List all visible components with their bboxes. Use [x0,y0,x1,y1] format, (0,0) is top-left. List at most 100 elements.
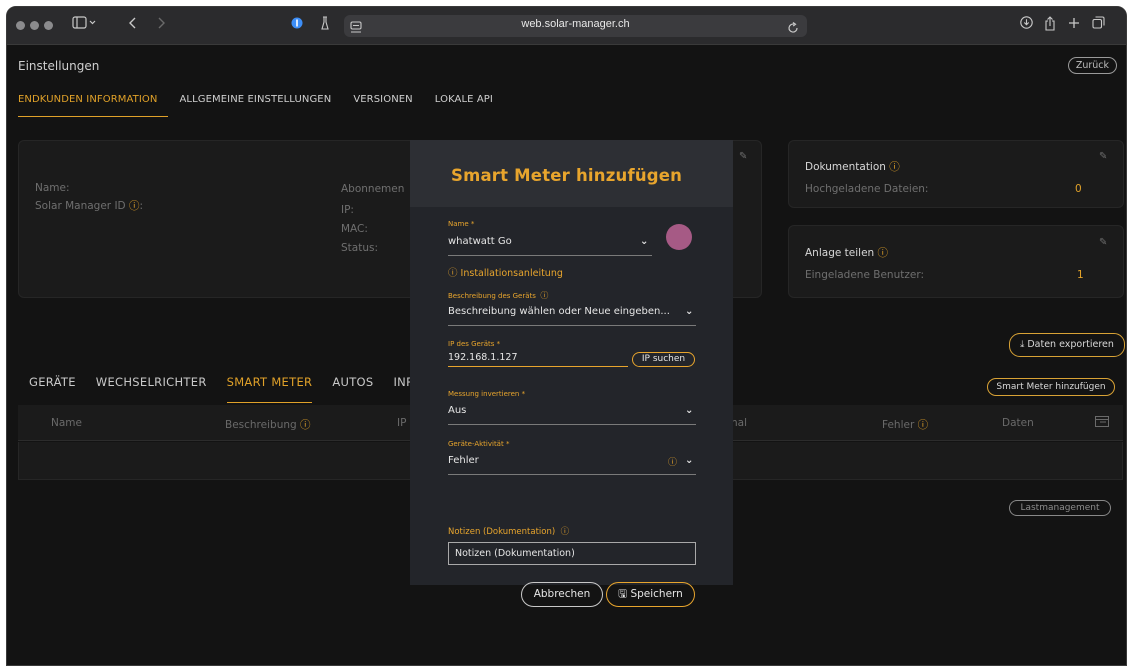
invert-field-label: Messung invertieren * [448,390,526,398]
address-bar[interactable]: web.solar-manager.ch [344,15,807,37]
app-content: Einstellungen Zurück ENDKUNDEN INFORMATI… [7,45,1126,665]
chevron-down-icon[interactable]: ⌄ [685,455,693,466]
tab-wechselrichter[interactable]: WECHSELRICHTER [96,375,207,403]
description-underline [448,325,696,326]
solar-manager-id-label: Solar Manager ID ⓘ: [35,198,143,213]
info-icon[interactable]: ⓘ [129,200,140,212]
chevron-down-icon[interactable]: ⌄ [640,236,648,247]
column-ip[interactable]: IP [397,417,406,429]
uploaded-files-label: Hochgeladene Dateien: [805,183,929,195]
tab-overview-icon[interactable] [1090,16,1106,36]
name-select[interactable]: whatwatt Go [448,236,512,247]
installation-guide-text: Installationsanleitung [460,268,563,279]
edit-icon[interactable]: ✎ [1099,237,1107,248]
activity-field-label: Geräte-Aktivität * [448,440,510,448]
share-plant-heading-text: Anlage teilen [805,247,875,259]
export-data-label: Daten exportieren [1027,339,1114,350]
new-tab-icon[interactable] [1067,16,1081,36]
column-error-text: Fehler [882,419,915,431]
minimize-window-button[interactable] [30,21,39,30]
column-description-text: Beschreibung [225,419,297,431]
table-settings-icon[interactable] [1095,416,1109,430]
chevron-down-icon[interactable]: ⌄ [685,306,693,317]
column-error[interactable]: Fehler ⓘ [882,417,928,432]
share-icon[interactable] [1043,16,1057,36]
browser-toolbar: web.solar-manager.ch [7,7,1126,45]
activity-underline [448,474,696,475]
tab-lokale-api[interactable]: LOKALE API [424,89,504,117]
documentation-card: Dokumentation ⓘ Hochgeladene Dateien: 0 … [788,140,1124,208]
installation-guide-link[interactable]: ⓘ Installationsanleitung [448,265,563,279]
ip-input[interactable]: 192.168.1.127 [448,352,518,363]
column-name[interactable]: Name [51,417,82,429]
name-field-label: Name * [448,220,475,228]
documentation-heading: Dokumentation ⓘ [805,159,900,174]
settings-tabs: ENDKUNDEN INFORMATION ALLGEMEINE EINSTEL… [18,89,504,117]
zoom-window-button[interactable] [44,21,53,30]
save-label: Speichern [630,588,683,600]
mac-label: MAC: [341,223,368,235]
documentation-heading-text: Dokumentation [805,161,886,173]
ip-search-button[interactable]: IP suchen [632,352,695,367]
ip-field-label: IP des Geräts * [448,340,501,348]
edit-icon[interactable]: ✎ [739,151,747,162]
invited-users-count: 1 [1077,269,1084,281]
invert-underline [448,424,696,425]
info-icon[interactable]: ⓘ [540,291,548,300]
tab-endkunden-information[interactable]: ENDKUNDEN INFORMATION [18,89,169,117]
chevron-down-icon[interactable]: ⌄ [685,405,693,416]
notes-field-label: Notizen (Dokumentation) ⓘ [448,525,569,537]
name-label: Name: [35,182,70,194]
save-icon: 🖫 [618,588,628,600]
info-icon[interactable]: ⓘ [878,247,889,259]
solar-manager-id-text: Solar Manager ID [35,200,126,212]
edit-icon[interactable]: ✎ [1099,151,1107,162]
tab-smart-meter[interactable]: SMART METER [226,375,313,403]
name-underline [448,255,652,256]
ip-underline [448,366,628,367]
downloads-icon[interactable] [1019,16,1033,36]
tab-geraete[interactable]: GERÄTE [29,375,76,403]
notes-label-text: Notizen (Dokumentation) [448,527,556,537]
url-text: web.solar-manager.ch [521,18,630,30]
back-button[interactable]: Zurück [1067,57,1117,74]
download-icon: ⤓ [1020,339,1025,350]
sidebar-toggle-icon[interactable] [69,16,99,36]
password-manager-icon[interactable] [291,16,303,36]
reload-icon[interactable] [787,19,799,38]
info-icon[interactable]: ⓘ [300,419,311,431]
description-field-label: Beschreibung des Geräts ⓘ [448,290,548,301]
activity-select[interactable]: Fehler [448,455,479,466]
invert-select[interactable]: Aus [448,405,466,416]
cancel-button[interactable]: Abbrechen [521,582,603,607]
notes-input[interactable]: Notizen (Dokumentation) [448,542,696,565]
info-icon[interactable]: ⓘ [889,161,900,173]
info-icon[interactable]: ⓘ [918,419,929,431]
back-arrow-icon[interactable] [127,16,139,36]
tab-autos[interactable]: AUTOS [332,375,373,403]
extension-icon[interactable] [320,16,330,36]
help-icon: ⓘ [448,268,458,279]
id-colon: : [139,200,144,212]
load-management-button[interactable]: Lastmanagement [1009,500,1111,516]
export-data-button[interactable]: ⤓ Daten exportieren [1009,333,1125,357]
close-window-button[interactable] [16,21,25,30]
share-plant-card: Anlage teilen ⓘ Eingeladene Benutzer: 1 … [788,225,1124,298]
save-button[interactable]: 🖫 Speichern [606,582,695,607]
add-smart-meter-dialog: Smart Meter hinzufügen Name * whatwatt G… [410,140,733,607]
forward-arrow-icon[interactable] [155,16,167,36]
warning-icon[interactable]: ⓘ [668,455,677,468]
add-smart-meter-button[interactable]: Smart Meter hinzufügen [987,378,1115,396]
column-description[interactable]: Beschreibung ⓘ [225,417,311,432]
dialog-header: Smart Meter hinzufügen [410,140,733,207]
column-signal[interactable]: nal [731,417,747,429]
device-tabs: GERÄTE WECHSELRICHTER SMART METER AUTOS … [29,375,442,403]
tab-allgemeine-einstellungen[interactable]: ALLGEMEINE EINSTELLUNGEN [168,89,342,117]
column-data[interactable]: Daten [1002,417,1034,429]
dialog-title: Smart Meter hinzufügen [451,166,683,185]
invited-users-label: Eingeladene Benutzer: [805,269,924,281]
info-icon[interactable]: ⓘ [561,527,570,537]
description-select[interactable]: Beschreibung wählen oder Neue eingeben..… [448,306,670,317]
tab-versionen[interactable]: VERSIONEN [342,89,423,117]
ip-label: IP: [341,204,354,216]
